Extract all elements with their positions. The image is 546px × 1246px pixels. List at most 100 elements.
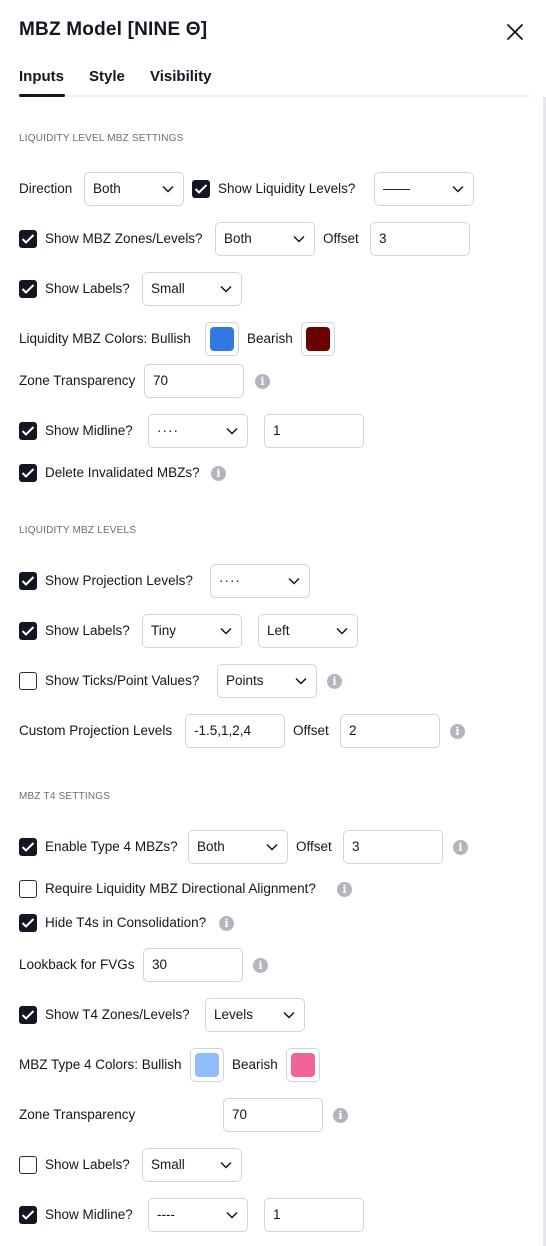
tab-style[interactable]: Style <box>89 68 125 85</box>
chevron-down-icon <box>220 1161 232 1169</box>
info-icon[interactable]: i <box>450 724 465 739</box>
type4-colors-label: MBZ Type 4 Colors: Bullish <box>19 1057 182 1072</box>
show-t4-zones-checkbox[interactable] <box>19 1006 37 1024</box>
direction-select[interactable]: Both <box>84 172 184 206</box>
t4-show-midline-checkbox[interactable] <box>19 1206 37 1224</box>
close-icon <box>507 24 523 40</box>
t4-label-size-select[interactable]: Small <box>142 1148 242 1182</box>
show-liquidity-levels-label: Show Liquidity Levels? <box>218 181 356 196</box>
show-ticks-checkbox[interactable] <box>19 672 37 690</box>
offset-label: Offset <box>323 231 359 246</box>
type4-direction-select[interactable]: Both <box>188 830 288 864</box>
liquidity-colors-label: Liquidity MBZ Colors: Bullish <box>19 331 191 346</box>
t4-show-midline-label: Show Midline? <box>45 1207 133 1222</box>
info-icon[interactable]: i <box>333 1108 348 1123</box>
t4-bearish-color-picker[interactable] <box>286 1048 320 1082</box>
offset-label: Offset <box>293 723 329 738</box>
chevron-down-icon <box>293 235 305 243</box>
t4-zone-transparency-input[interactable]: 70 <box>223 1098 323 1132</box>
show-liquidity-levels-checkbox[interactable] <box>192 180 210 198</box>
show-ticks-label: Show Ticks/Point Values? <box>45 673 200 688</box>
bullish-color-picker[interactable] <box>205 322 239 356</box>
info-icon[interactable]: i <box>327 674 342 689</box>
t4-bearish-swatch <box>291 1053 315 1077</box>
info-icon[interactable]: i <box>211 466 226 481</box>
chevron-down-icon <box>336 627 348 635</box>
t4-midline-width-input[interactable]: 1 <box>264 1198 364 1232</box>
show-projection-levels-checkbox[interactable] <box>19 572 37 590</box>
hide-t4-consolidation-checkbox[interactable] <box>19 914 37 932</box>
info-icon[interactable]: i <box>219 916 234 931</box>
direction-label: Direction <box>19 181 73 196</box>
t4-show-labels-checkbox[interactable] <box>19 1156 37 1174</box>
check-icon <box>21 234 35 244</box>
enable-type4-label: Enable Type 4 MBZs? <box>45 839 178 854</box>
lookback-fvgs-input[interactable]: 30 <box>143 948 243 982</box>
check-icon <box>21 426 35 436</box>
info-icon[interactable]: i <box>253 958 268 973</box>
t4-show-labels-label: Show Labels? <box>45 1157 130 1172</box>
chevron-down-icon <box>452 185 464 193</box>
active-tab-indicator <box>19 94 65 97</box>
projection-label-size-select[interactable]: Tiny <box>142 614 242 648</box>
hide-t4-consolidation-label: Hide T4s in Consolidation? <box>45 915 207 930</box>
chevron-down-icon <box>288 577 300 585</box>
offset-label: Offset <box>296 839 332 854</box>
t4-bullish-color-picker[interactable] <box>190 1048 224 1082</box>
check-icon <box>21 626 35 636</box>
chevron-down-icon <box>162 185 174 193</box>
t4-zone-transparency-label: Zone Transparency <box>19 1107 136 1122</box>
check-icon <box>21 284 35 294</box>
liquidity-line-style-select[interactable]: —— <box>374 172 474 206</box>
require-alignment-checkbox[interactable] <box>19 880 37 898</box>
show-projection-levels-label: Show Projection Levels? <box>45 573 193 588</box>
info-icon[interactable]: i <box>453 840 468 855</box>
show-labels-checkbox[interactable] <box>19 280 37 298</box>
chevron-down-icon <box>283 1011 295 1019</box>
info-icon[interactable]: i <box>337 882 352 897</box>
chevron-down-icon <box>226 427 238 435</box>
custom-projection-levels-label: Custom Projection Levels <box>19 723 173 738</box>
info-icon[interactable]: i <box>255 374 270 389</box>
midline-style-select[interactable]: ···· <box>148 414 248 448</box>
check-icon <box>21 1010 35 1020</box>
mbz-zones-select[interactable]: Both <box>215 222 315 256</box>
bearish-swatch <box>306 327 330 351</box>
show-midline-checkbox[interactable] <box>19 422 37 440</box>
show-mbz-zones-label: Show MBZ Zones/Levels? <box>45 231 203 246</box>
projection-label-position-select[interactable]: Left <box>258 614 358 648</box>
show-labels-label: Show Labels? <box>45 281 130 296</box>
zone-transparency-input[interactable]: 70 <box>144 364 244 398</box>
check-icon <box>194 184 208 194</box>
show-mbz-zones-checkbox[interactable] <box>19 230 37 248</box>
t4-zones-select[interactable]: Levels <box>205 998 305 1032</box>
projection-style-select[interactable]: ···· <box>210 564 310 598</box>
bullish-swatch <box>210 327 234 351</box>
tabs-divider <box>19 95 529 97</box>
ticks-points-select[interactable]: Points <box>217 664 317 698</box>
bearish-label: Bearish <box>247 331 293 346</box>
delete-invalidated-label: Delete Invalidated MBZs? <box>45 465 200 480</box>
enable-type4-checkbox[interactable] <box>19 838 37 856</box>
offset-input[interactable]: 3 <box>370 222 470 256</box>
section-header-liquidity-levels: LIQUIDITY MBZ LEVELS <box>19 525 137 536</box>
chevron-down-icon <box>220 627 232 635</box>
t4-midline-style-select[interactable]: ---- <box>148 1198 248 1232</box>
delete-invalidated-checkbox[interactable] <box>19 464 37 482</box>
show-projection-labels-checkbox[interactable] <box>19 622 37 640</box>
bearish-color-picker[interactable] <box>301 322 335 356</box>
type4-offset-input[interactable]: 3 <box>343 830 443 864</box>
midline-width-input[interactable]: 1 <box>264 414 364 448</box>
projection-offset-input[interactable]: 2 <box>340 714 440 748</box>
check-icon <box>21 468 35 478</box>
custom-projection-levels-input[interactable]: -1.5,1,2,4 <box>185 714 285 748</box>
tab-inputs[interactable]: Inputs <box>19 68 64 85</box>
chevron-down-icon <box>226 1211 238 1219</box>
close-button[interactable] <box>500 18 530 48</box>
tab-visibility[interactable]: Visibility <box>150 68 211 85</box>
t4-bullish-swatch <box>195 1053 219 1077</box>
lookback-fvgs-label: Lookback for FVGs <box>19 957 135 972</box>
bearish-label: Bearish <box>232 1057 278 1072</box>
section-header-t4-settings: MBZ T4 SETTINGS <box>19 791 111 802</box>
label-size-select[interactable]: Small <box>142 272 242 306</box>
